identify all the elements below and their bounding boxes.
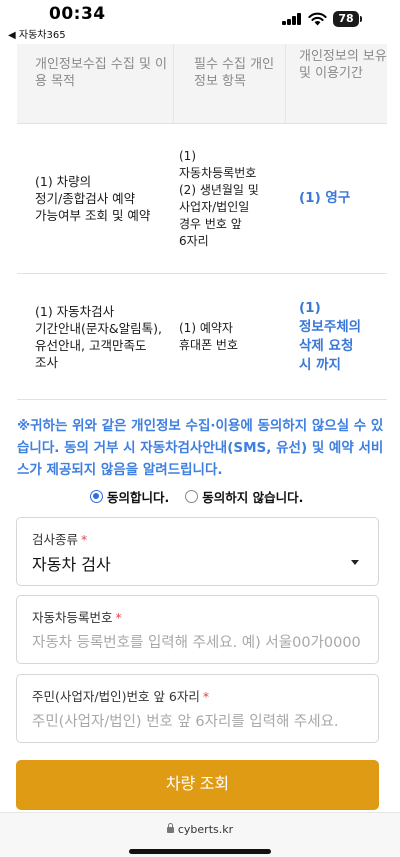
text-line: 사업자/법인일	[179, 199, 250, 214]
header-purpose: 개인정보수집 수집 및 이용 목적	[17, 44, 174, 123]
status-bar: 00:34 ◀ 자동차365 78	[0, 0, 400, 44]
text-line: 경우 번호 앞	[179, 216, 242, 231]
row2-period: (1) 정보주체의 삭제 요청 시 까지	[286, 274, 387, 399]
required-mark: *	[115, 610, 122, 625]
text-line: (2) 생년월일 및	[179, 182, 259, 197]
caret-down-icon[interactable]	[351, 560, 359, 565]
text-line: (1)	[179, 148, 196, 163]
inspection-type-select[interactable]: 검사종류 * 자동차 검사	[16, 517, 379, 586]
row1-items: (1) 자동차등록번호 (2) 생년월일 및 사업자/법인일 경우 번호 앞 6…	[174, 124, 286, 273]
status-time: 00:34	[49, 4, 106, 24]
registration-number-field[interactable]: 자동차등록번호 * 자동차 등록번호를 입력해 주세요. 예) 서울00가0000	[16, 595, 379, 664]
url-bar[interactable]: cyberts.kr	[0, 823, 400, 836]
battery-tip	[360, 16, 362, 22]
row1-purpose: (1) 차량의 정기/종합검사 예약 가능여부 조회 및 예약	[17, 124, 174, 273]
label-text: 자동차등록번호	[32, 610, 113, 625]
text-line: 정보주체의	[299, 318, 362, 335]
id-number-field[interactable]: 주민(사업자/법인)번호 앞 6자리 * 주민(사업자/법인) 번호 앞 6자리를…	[16, 674, 379, 743]
header-period: 개인정보의 보유 및 이용기간	[299, 49, 387, 81]
text-line: 휴대폰 번호	[179, 337, 239, 352]
privacy-table: 개인정보수집 수집 및 이용 목적 필수 수집 개인정보 항목 개인정보의 보유…	[17, 44, 387, 400]
vehicle-lookup-button[interactable]: 차량 조회	[16, 760, 379, 810]
radio-checked-icon[interactable]	[90, 490, 103, 503]
text-line: 정기/종합검사 예약	[35, 191, 136, 206]
agree-radio[interactable]: 동의합니다.	[90, 487, 169, 506]
text-line: 6자리	[179, 233, 209, 248]
text-line: 기간안내(문자&알림톡),	[35, 320, 162, 336]
row2-items: (1) 예약자 휴대폰 번호	[174, 274, 286, 399]
consent-radio-group: 동의합니다. 동의하지 않습니다.	[90, 487, 319, 506]
radio-unchecked-icon[interactable]	[185, 490, 199, 503]
battery-icon: 78	[333, 11, 359, 27]
table-header-row: 개인정보수집 수집 및 이용 목적 필수 수집 개인정보 항목 개인정보의 보유…	[17, 44, 387, 124]
text-line: (1) 차량의	[35, 174, 92, 189]
text-line: 삭제 요청	[299, 337, 354, 354]
inspection-type-label: 검사종류 *	[32, 529, 87, 548]
url-text: cyberts.kr	[177, 823, 234, 836]
consent-notice: ※귀하는 위와 같은 개인정보 수집·이용에 동의하지 않으실 수 있습니다. …	[17, 418, 384, 478]
row2-purpose: (1) 자동차검사 기간안내(문자&알림톡), 유선안내, 고객만족도 조사	[17, 274, 174, 399]
label-text: 주민(사업자/법인)번호 앞 6자리	[32, 689, 200, 704]
disagree-label: 동의하지 않습니다.	[202, 490, 304, 505]
label-text: 검사종류	[32, 532, 79, 547]
text-line: 유선안내, 고객만족도	[35, 337, 147, 353]
wifi-icon	[308, 12, 327, 26]
lock-icon	[166, 823, 174, 833]
text-line: (1)	[299, 299, 321, 316]
text-line: (1) 예약자	[179, 320, 233, 335]
text-line: 자동차등록번호	[179, 165, 257, 180]
registration-number-input[interactable]: 자동차 등록번호를 입력해 주세요. 예) 서울00가0000	[32, 631, 377, 652]
id-number-label: 주민(사업자/법인)번호 앞 6자리 *	[32, 686, 209, 705]
agree-label: 동의합니다.	[107, 490, 170, 505]
required-mark: *	[81, 532, 88, 547]
inspection-type-value[interactable]: 자동차 검사	[32, 551, 111, 575]
browser-bottom-bar: cyberts.kr	[0, 812, 400, 857]
required-mark: *	[202, 689, 210, 704]
text-line: (1) 영구	[299, 190, 351, 206]
row1-period: (1) 영구	[286, 124, 387, 273]
back-to-app-link[interactable]: ◀ 자동차365	[8, 26, 66, 41]
id-number-input[interactable]: 주민(사업자/법인) 번호 앞 6자리를 입력해 주세요.	[32, 710, 377, 731]
text-line: (1) 자동차검사	[35, 303, 115, 319]
registration-number-label: 자동차등록번호 *	[32, 607, 122, 626]
disagree-radio[interactable]: 동의하지 않습니다.	[185, 487, 303, 506]
home-indicator[interactable]	[129, 849, 271, 854]
text-line: 시 까지	[299, 356, 341, 373]
text-line: 조사	[35, 354, 59, 370]
table-row: (1) 차량의 정기/종합검사 예약 가능여부 조회 및 예약 (1) 자동차등…	[17, 124, 387, 274]
header-items: 필수 수집 개인정보 항목	[174, 44, 286, 123]
text-line: 가능여부 조회 및 예약	[35, 208, 151, 223]
table-row: (1) 자동차검사 기간안내(문자&알림톡), 유선안내, 고객만족도 조사 (…	[17, 274, 387, 400]
cellular-signal-icon	[282, 13, 302, 25]
